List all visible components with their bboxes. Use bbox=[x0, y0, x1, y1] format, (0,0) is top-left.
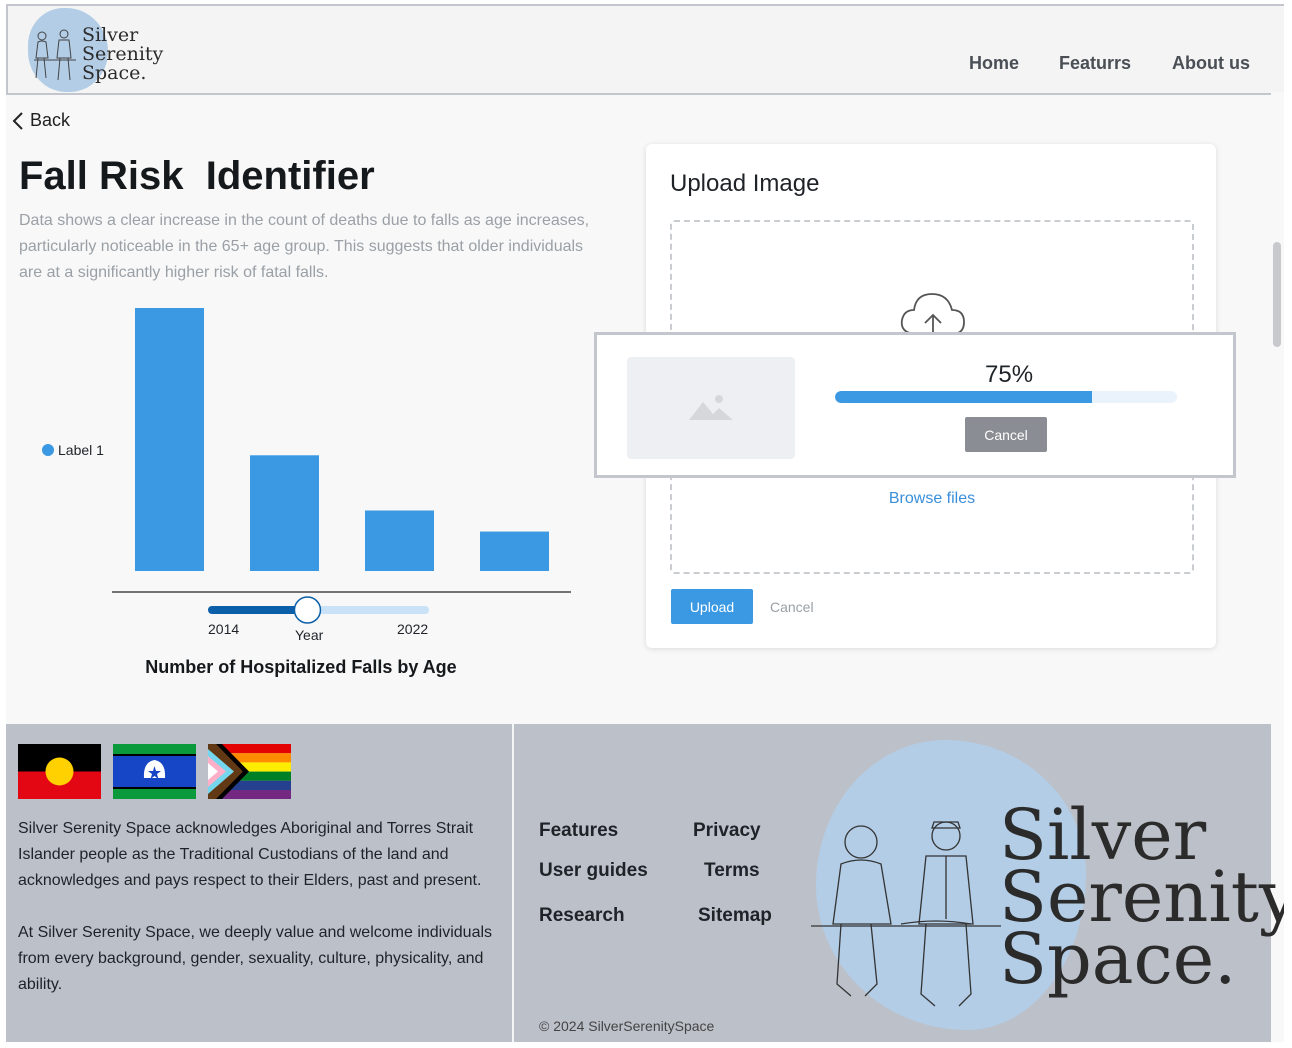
acknowledgement-text: Silver Serenity Space acknowledges Abori… bbox=[18, 816, 518, 998]
nav-about-us[interactable]: About us bbox=[1172, 53, 1250, 74]
footer-link-research[interactable]: Research bbox=[539, 905, 625, 927]
nav-features[interactable]: Featurrs bbox=[1059, 53, 1131, 74]
cancel-link[interactable]: Cancel bbox=[770, 599, 814, 615]
acknowledgement-country: Silver Serenity Space acknowledges Abori… bbox=[18, 820, 482, 889]
progress-bar-fill bbox=[835, 391, 1092, 403]
cancel-upload-button[interactable]: Cancel bbox=[965, 417, 1047, 452]
logo-text[interactable]: Silver Serenity Space. bbox=[82, 26, 163, 83]
scrollbar-thumb[interactable] bbox=[1273, 242, 1281, 347]
footer-link-user-guides[interactable]: User guides bbox=[539, 860, 648, 882]
scrollbar[interactable] bbox=[1271, 92, 1284, 732]
torres-strait-flag-icon bbox=[113, 744, 196, 799]
back-button[interactable]: Back bbox=[12, 110, 70, 131]
browse-files-link[interactable]: Browse files bbox=[672, 490, 1192, 508]
footer-link-terms[interactable]: Terms bbox=[704, 860, 760, 882]
image-thumbnail bbox=[627, 357, 795, 459]
bar-1 bbox=[250, 455, 319, 571]
slider-fill bbox=[208, 606, 308, 614]
image-placeholder-icon bbox=[689, 395, 733, 420]
progress-bar bbox=[835, 391, 1177, 403]
upload-button[interactable]: Upload bbox=[671, 589, 753, 624]
bar-3 bbox=[480, 531, 549, 571]
page-description: Data shows a clear increase in the count… bbox=[19, 212, 590, 281]
page-title: Fall Risk Identifier bbox=[19, 154, 375, 198]
acknowledgement-diversity: At Silver Serenity Space, we deeply valu… bbox=[18, 924, 493, 993]
year-slider[interactable] bbox=[208, 596, 429, 624]
progress-percent: 75% bbox=[985, 361, 1034, 388]
slider-handle[interactable] bbox=[293, 596, 322, 624]
header: Silver Serenity Space. Home Featurrs Abo… bbox=[6, 4, 1284, 95]
upload-progress-dialog: 75% Cancel bbox=[594, 332, 1236, 478]
footer-link-privacy[interactable]: Privacy bbox=[693, 820, 761, 842]
footer-link-features[interactable]: Features bbox=[539, 820, 618, 842]
back-label: Back bbox=[30, 110, 71, 130]
chart-title: Number of Hospitalized Falls by Age bbox=[145, 657, 456, 677]
bars-group bbox=[135, 308, 549, 571]
footer-link-sitemap[interactable]: Sitemap bbox=[698, 905, 772, 927]
bar-2 bbox=[365, 510, 434, 571]
slider-min-label: 2014 bbox=[208, 621, 239, 637]
legend-label: Label 1 bbox=[58, 442, 104, 458]
aboriginal-flag-icon bbox=[18, 744, 101, 799]
cloud-upload-icon bbox=[900, 293, 965, 334]
progress-pride-flag-icon bbox=[208, 744, 291, 799]
nav-home[interactable]: Home bbox=[969, 53, 1019, 74]
app-window: Silver Serenity Space. Home Featurrs Abo… bbox=[6, 4, 1284, 1042]
footer-logo-text: Silver Serenity Space. bbox=[999, 800, 1284, 994]
bar-chart: Label 1 2014 2022 Year Number of Hospita… bbox=[42, 308, 571, 677]
slider-max-label: 2022 bbox=[397, 621, 428, 637]
logo-line: Space. bbox=[82, 62, 147, 84]
slider-axis-label: Year bbox=[295, 627, 324, 643]
footer-divider bbox=[512, 724, 514, 1042]
elderly-couple-illustration-icon bbox=[811, 821, 1001, 1007]
chevron-left-icon bbox=[12, 111, 23, 130]
elderly-couple-icon bbox=[34, 29, 76, 81]
footer: Silver Serenity Space acknowledges Abori… bbox=[6, 724, 1284, 1042]
copyright: © 2024 SilverSerenitySpace bbox=[539, 1018, 715, 1034]
legend-marker bbox=[42, 444, 54, 456]
upload-title: Upload Image bbox=[670, 170, 820, 197]
bar-0 bbox=[135, 308, 204, 571]
